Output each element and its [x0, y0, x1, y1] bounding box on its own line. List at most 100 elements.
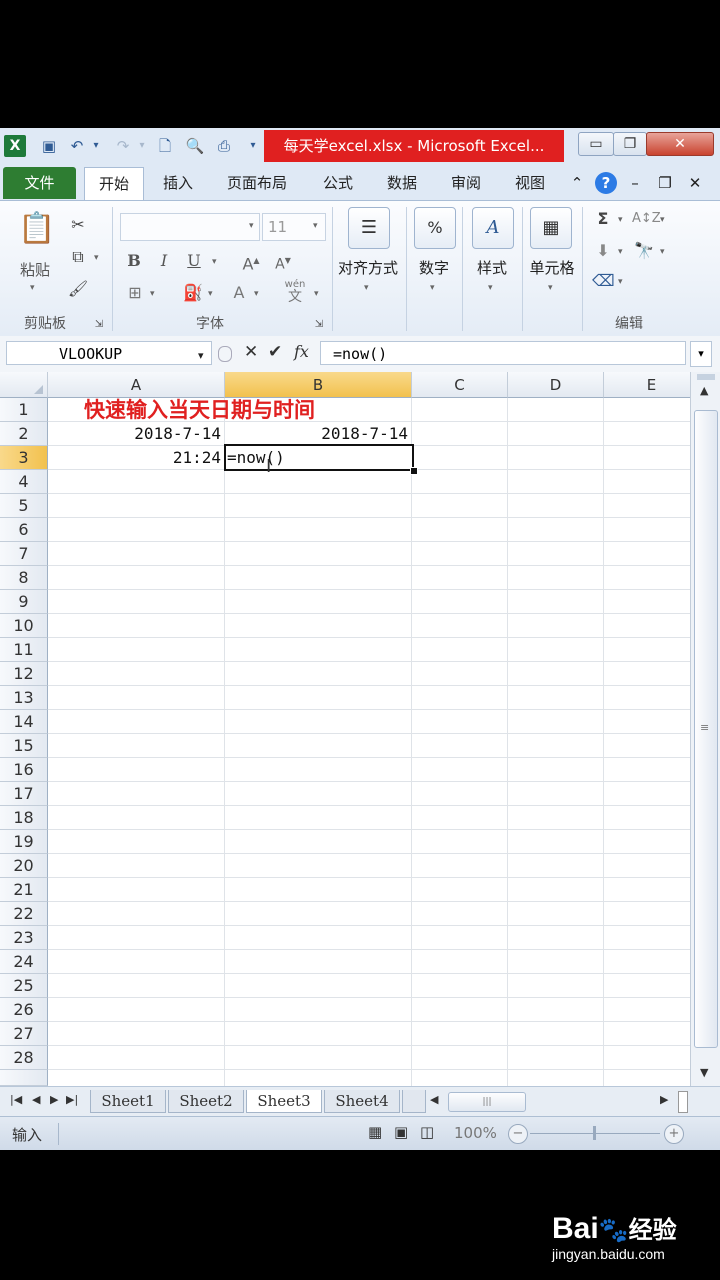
hscroll-right-icon[interactable]: ▶ [660, 1093, 668, 1106]
row-header[interactable]: 14 [0, 710, 48, 734]
format-painter-icon[interactable]: 🖌 [66, 279, 90, 299]
row-header[interactable]: 28 [0, 1046, 48, 1070]
row-header[interactable]: 25 [0, 974, 48, 998]
tab-file[interactable]: 文件 [3, 167, 76, 199]
bold-button[interactable]: B [124, 251, 144, 271]
scroll-up-icon[interactable]: ▲ [700, 384, 708, 397]
cancel-icon[interactable]: ✕ [244, 342, 258, 362]
row-header[interactable]: 24 [0, 950, 48, 974]
insert-sheet-tab[interactable] [402, 1090, 426, 1113]
expand-formula-bar-icon[interactable]: ▾ [690, 341, 712, 367]
worksheet-grid[interactable]: A B C D E 1 2 3 4 5 6 7 8 9 10 11 12 13 … [0, 372, 690, 1086]
redo-dropdown-icon[interactable]: ▾ [136, 135, 148, 157]
alignment-dropdown-icon[interactable]: ▾ [364, 283, 369, 293]
zoom-out-icon[interactable]: − [508, 1124, 528, 1144]
horizontal-scroll-thumb[interactable]: ||| [448, 1092, 526, 1112]
workbook-restore-icon[interactable]: ❐ [654, 167, 676, 199]
cell-a1-heading[interactable]: 快速输入当天日期与时间 [84, 398, 315, 422]
insert-function-icon[interactable]: fx [294, 342, 309, 361]
vertical-scrollbar[interactable]: ▲ ≡ ▼ [690, 372, 720, 1086]
name-box-dropdown-icon[interactable]: ▾ [198, 349, 204, 362]
row-header[interactable]: 5 [0, 494, 48, 518]
help-icon[interactable]: ? [595, 172, 617, 194]
fill-icon[interactable]: ⬇ [592, 241, 614, 261]
print-icon[interactable]: ⎙ [212, 135, 236, 157]
minimize-button[interactable]: ▭ [578, 132, 614, 156]
row-header[interactable]: 23 [0, 926, 48, 950]
hscroll-split-box[interactable] [678, 1091, 688, 1113]
row-header[interactable]: 13 [0, 686, 48, 710]
row-header[interactable]: 6 [0, 518, 48, 542]
row-header[interactable]: 17 [0, 782, 48, 806]
row-header[interactable]: 19 [0, 830, 48, 854]
number-dropdown-icon[interactable]: ▾ [430, 283, 435, 293]
autosum-icon[interactable]: Σ [592, 209, 614, 229]
column-header-b[interactable]: B [225, 372, 412, 398]
row-header[interactable]: 16 [0, 758, 48, 782]
zoom-in-icon[interactable]: + [664, 1124, 684, 1144]
find-dropdown-icon[interactable]: ▾ [660, 247, 665, 257]
font-launcher-icon[interactable]: ⇲ [312, 315, 326, 335]
save-icon[interactable]: ▣ [38, 135, 60, 157]
fill-color-dropdown-icon[interactable]: ▾ [208, 289, 213, 299]
row-header[interactable]: 8 [0, 566, 48, 590]
excel-app-icon[interactable]: X [4, 135, 26, 157]
cell-a3[interactable]: 21:24 [48, 446, 221, 470]
close-button[interactable]: ✕ [646, 132, 714, 156]
number-format-icon[interactable]: % [414, 207, 456, 249]
new-document-icon[interactable]: 🗋 [154, 135, 176, 157]
cells-icon[interactable]: ▦ [530, 207, 572, 249]
italic-button[interactable]: I [154, 251, 174, 271]
row-header[interactable]: 1 [0, 398, 48, 422]
hscroll-left-icon[interactable]: ◀ [430, 1093, 438, 1106]
column-header-e[interactable]: E [604, 372, 690, 398]
sort-filter-icon[interactable]: A↕Z [632, 209, 661, 229]
fill-dropdown-icon[interactable]: ▾ [618, 247, 623, 257]
row-header[interactable]: 4 [0, 470, 48, 494]
font-name-select[interactable] [120, 213, 260, 241]
cell-b3-active[interactable]: =now() [224, 444, 414, 471]
column-header-d[interactable]: D [508, 372, 604, 398]
undo-icon[interactable]: ↶ [66, 135, 88, 157]
last-sheet-icon[interactable]: ▶| [66, 1093, 78, 1106]
fill-color-icon[interactable]: ⛽ [182, 283, 204, 303]
workbook-minimize-icon[interactable]: – [624, 167, 646, 199]
workbook-close-icon[interactable]: ✕ [684, 167, 706, 199]
paste-dropdown-icon[interactable]: ▾ [30, 283, 35, 293]
sheet-tab-sheet1[interactable]: Sheet1 [90, 1090, 166, 1113]
tab-review[interactable]: 审阅 [438, 167, 494, 199]
number-button[interactable]: 数字 [410, 257, 458, 278]
find-select-icon[interactable]: 🔭 [632, 241, 656, 261]
row-header[interactable]: 11 [0, 638, 48, 662]
row-header[interactable]: 18 [0, 806, 48, 830]
tab-view[interactable]: 视图 [502, 167, 558, 199]
styles-button[interactable]: 样式 [468, 257, 516, 278]
cut-icon[interactable]: ✂ [66, 215, 90, 235]
sheet-tab-sheet3[interactable]: Sheet3 [246, 1090, 322, 1113]
fill-handle[interactable] [410, 467, 418, 475]
column-header-c[interactable]: C [412, 372, 508, 398]
row-header[interactable]: 9 [0, 590, 48, 614]
styles-dropdown-icon[interactable]: ▾ [488, 283, 493, 293]
row-header[interactable]: 27 [0, 1022, 48, 1046]
normal-view-icon[interactable]: ▦ [368, 1123, 382, 1141]
phonetic-guide-icon[interactable]: wén 文 [282, 279, 308, 305]
row-header[interactable]: 3 [0, 446, 48, 470]
formula-bar-grip[interactable] [218, 346, 232, 362]
first-sheet-icon[interactable]: |◀ [10, 1093, 22, 1106]
clear-dropdown-icon[interactable]: ▾ [618, 277, 623, 287]
row-header[interactable]: 26 [0, 998, 48, 1022]
cells-dropdown-icon[interactable]: ▾ [548, 283, 553, 293]
zoom-level[interactable]: 100% [454, 1124, 497, 1142]
cells-button[interactable]: 单元格 [524, 257, 580, 278]
copy-dropdown-icon[interactable]: ▾ [94, 253, 99, 263]
row-header[interactable]: 21 [0, 878, 48, 902]
alignment-icon[interactable]: ☰ [348, 207, 390, 249]
zoom-slider-thumb[interactable] [593, 1126, 596, 1140]
restore-button[interactable]: ❐ [613, 132, 647, 156]
next-sheet-icon[interactable]: ▶ [50, 1093, 58, 1106]
row-header-partial[interactable] [0, 1070, 48, 1086]
tab-formulas[interactable]: 公式 [310, 167, 366, 199]
row-header[interactable]: 22 [0, 902, 48, 926]
cell-b2[interactable]: 2018-7-14 [225, 422, 408, 446]
